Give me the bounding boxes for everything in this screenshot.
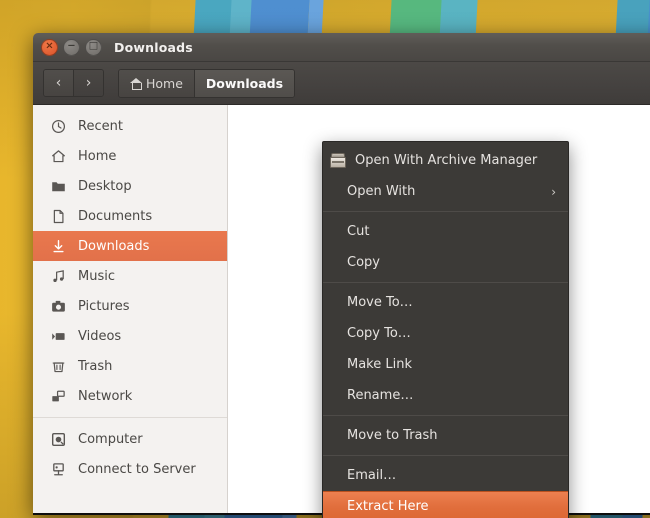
archive-manager-icon: [329, 153, 347, 169]
sidebar-item-label: Computer: [78, 432, 143, 447]
breadcrumb: Home Downloads: [118, 69, 295, 98]
close-button[interactable]: ×: [41, 39, 58, 56]
sidebar-item-documents[interactable]: Documents: [33, 201, 227, 231]
window-titlebar[interactable]: × − □ Downloads: [33, 33, 650, 62]
menu-item-rename[interactable]: Rename…: [323, 380, 568, 411]
sidebar-item-downloads[interactable]: Downloads: [33, 231, 227, 261]
menu-item-label: Make Link: [347, 357, 412, 372]
menu-separator: [323, 282, 568, 283]
close-icon: ×: [45, 42, 53, 52]
trash-icon: [50, 358, 67, 375]
menu-item-cut[interactable]: Cut: [323, 216, 568, 247]
menu-item-move-to-trash[interactable]: Move to Trash: [323, 420, 568, 451]
menu-item-extract-here[interactable]: Extract Here: [323, 491, 568, 518]
menu-item-label: Cut: [347, 224, 369, 239]
folder-icon: [50, 178, 67, 195]
chevron-left-icon: ‹: [56, 75, 62, 91]
sidebar-item-label: Music: [78, 269, 115, 284]
video-icon: [50, 328, 67, 345]
menu-item-label: Move to Trash: [347, 428, 438, 443]
menu-item-email[interactable]: Email…: [323, 460, 568, 491]
window-controls: × − □: [41, 39, 102, 56]
desktop-screen: × − □ Downloads ‹ › Home Downloads: [0, 0, 650, 518]
menu-item-label: Move To…: [347, 295, 413, 310]
minimize-button[interactable]: −: [63, 39, 80, 56]
window-title: Downloads: [114, 40, 193, 55]
sidebar-item-label: Trash: [78, 359, 112, 374]
sidebar-item-trash[interactable]: Trash: [33, 351, 227, 381]
breadcrumb-item-downloads[interactable]: Downloads: [194, 70, 294, 97]
sidebar-item-computer[interactable]: Computer: [33, 424, 227, 454]
server-icon: [50, 461, 67, 478]
menu-item-copy[interactable]: Copy: [323, 247, 568, 278]
sidebar-separator: [33, 417, 227, 418]
sidebar-item-label: Documents: [78, 209, 152, 224]
home-icon: [50, 148, 67, 165]
download-icon: [50, 238, 67, 255]
home-icon: [130, 78, 142, 89]
document-icon: [50, 208, 67, 225]
menu-item-open-with-archive-manager[interactable]: Open With Archive Manager: [323, 145, 568, 176]
sidebar-item-home[interactable]: Home: [33, 141, 227, 171]
menu-item-label: Copy: [347, 255, 380, 270]
music-icon: [50, 268, 67, 285]
menu-separator: [323, 211, 568, 212]
sidebar-item-music[interactable]: Music: [33, 261, 227, 291]
chevron-right-icon: ›: [551, 185, 556, 199]
camera-icon: [50, 298, 67, 315]
network-icon: [50, 388, 67, 405]
maximize-button[interactable]: □: [85, 39, 102, 56]
forward-button[interactable]: ›: [73, 70, 103, 96]
sidebar: Recent Home Desktop: [33, 105, 228, 515]
navigation-buttons: ‹ ›: [43, 69, 104, 97]
sidebar-item-recent[interactable]: Recent: [33, 111, 227, 141]
toolbar: ‹ › Home Downloads: [33, 62, 650, 105]
sidebar-item-label: Pictures: [78, 299, 129, 314]
breadcrumb-label: Home: [146, 76, 183, 91]
maximize-icon: □: [89, 42, 98, 52]
menu-item-label: Email…: [347, 468, 396, 483]
minimize-icon: −: [67, 42, 75, 52]
sidebar-item-desktop[interactable]: Desktop: [33, 171, 227, 201]
sidebar-item-label: Connect to Server: [78, 462, 196, 477]
back-button[interactable]: ‹: [44, 70, 73, 96]
menu-item-open-with[interactable]: Open With ›: [323, 176, 568, 207]
menu-item-copy-to[interactable]: Copy To…: [323, 318, 568, 349]
menu-item-label: Open With: [347, 184, 415, 199]
menu-separator: [323, 455, 568, 456]
menu-item-move-to[interactable]: Move To…: [323, 287, 568, 318]
chevron-right-icon: ›: [86, 75, 92, 91]
menu-item-label: Open With Archive Manager: [355, 153, 537, 168]
sidebar-item-pictures[interactable]: Pictures: [33, 291, 227, 321]
menu-item-label: Extract Here: [347, 499, 429, 514]
menu-separator: [323, 415, 568, 416]
sidebar-item-videos[interactable]: Videos: [33, 321, 227, 351]
context-menu: Open With Archive Manager Open With › Cu…: [322, 141, 569, 518]
sidebar-item-network[interactable]: Network: [33, 381, 227, 411]
sidebar-item-label: Network: [78, 389, 132, 404]
sidebar-item-label: Recent: [78, 119, 123, 134]
breadcrumb-label: Downloads: [206, 76, 283, 91]
computer-icon: [50, 431, 67, 448]
sidebar-item-label: Home: [78, 149, 116, 164]
sidebar-item-connect-to-server[interactable]: Connect to Server: [33, 454, 227, 484]
sidebar-item-label: Videos: [78, 329, 121, 344]
menu-item-label: Rename…: [347, 388, 413, 403]
sidebar-item-label: Desktop: [78, 179, 132, 194]
menu-item-label: Copy To…: [347, 326, 411, 341]
menu-item-make-link[interactable]: Make Link: [323, 349, 568, 380]
breadcrumb-item-home[interactable]: Home: [119, 70, 194, 97]
clock-icon: [50, 118, 67, 135]
sidebar-item-label: Downloads: [78, 239, 149, 254]
